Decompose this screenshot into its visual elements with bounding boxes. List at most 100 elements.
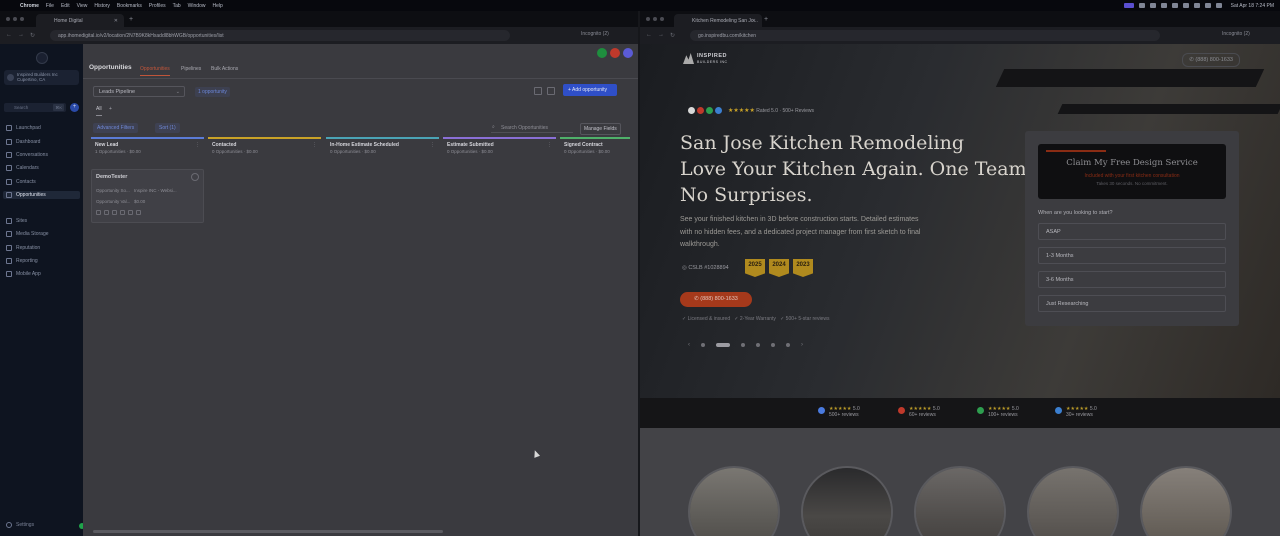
- review-google[interactable]: ★★★★★ 5.0 500+ reviews: [818, 406, 860, 418]
- add-opportunity-button[interactable]: + Add opportunity: [563, 84, 617, 96]
- battery-icon[interactable]: [1193, 3, 1200, 8]
- assignee-avatar[interactable]: [191, 173, 199, 181]
- menu-edit[interactable]: Edit: [61, 3, 70, 9]
- tab-opportunities[interactable]: Opportunities: [140, 66, 170, 76]
- form-option-1-3-months[interactable]: 1-3 Months: [1038, 247, 1226, 264]
- review-yelp[interactable]: ★★★★★ 5.0 60+ reviews: [898, 406, 940, 418]
- site-logo[interactable]: INSPIRED BUILDERS INC: [683, 53, 728, 65]
- column-menu-icon[interactable]: ⋮: [195, 142, 200, 148]
- task-icon[interactable]: [112, 210, 117, 215]
- sidebar-item-launchpad[interactable]: Launchpad: [6, 124, 41, 132]
- quick-add-button[interactable]: +: [70, 103, 79, 112]
- tab-bulk-actions[interactable]: Bulk Actions: [211, 66, 238, 72]
- sort-button[interactable]: Sort (1): [155, 123, 180, 133]
- form-option-3-6-months[interactable]: 3-6 Months: [1038, 271, 1226, 288]
- close-window-button[interactable]: [6, 17, 10, 21]
- opportunity-card[interactable]: DemoTester Opportunity So... Inspire INC…: [91, 169, 204, 223]
- advanced-filters-button[interactable]: Advanced Filters: [93, 123, 139, 133]
- carousel-dot[interactable]: [741, 343, 745, 347]
- menu-file[interactable]: File: [46, 3, 54, 9]
- phone-icon[interactable]: [597, 48, 607, 58]
- carousel-dot[interactable]: [701, 343, 705, 347]
- note-icon[interactable]: [120, 210, 125, 215]
- column-menu-icon[interactable]: ⋮: [312, 142, 317, 148]
- column-menu-icon[interactable]: ⋮: [430, 142, 435, 148]
- sidebar-search[interactable]: Search ⌘K: [4, 103, 66, 112]
- column-menu-icon[interactable]: ⋮: [547, 142, 552, 148]
- manage-fields-button[interactable]: Manage Fields: [580, 123, 621, 135]
- forward-icon[interactable]: →: [658, 32, 664, 38]
- sidebar-item-conversations[interactable]: Conversations: [6, 151, 48, 159]
- menu-bookmarks[interactable]: Bookmarks: [117, 3, 142, 9]
- sidebar-item-sites[interactable]: Sites: [6, 217, 27, 225]
- sidebar-item-calendars[interactable]: Calendars: [6, 164, 39, 172]
- sidebar-item-media-storage[interactable]: Media Storage: [6, 230, 49, 238]
- status-icon[interactable]: [1160, 3, 1167, 8]
- close-window-button[interactable]: [646, 17, 650, 21]
- new-tab-button[interactable]: +: [129, 16, 133, 23]
- wifi-icon[interactable]: [1182, 3, 1189, 8]
- close-tab-icon[interactable]: ✕: [752, 18, 756, 24]
- gallery-image[interactable]: [914, 466, 1006, 536]
- sidebar-item-opportunities[interactable]: Opportunities: [3, 191, 80, 199]
- menubar-clock[interactable]: Sat Apr 18 7:24 PM: [1231, 3, 1274, 9]
- gallery-image[interactable]: [1027, 466, 1119, 536]
- status-icon[interactable]: [1171, 3, 1178, 8]
- menu-history[interactable]: History: [94, 3, 110, 9]
- carousel-dot-active[interactable]: [716, 343, 730, 347]
- tab-pipelines[interactable]: Pipelines: [181, 66, 201, 72]
- url-field[interactable]: app.ihomedigital.io/v2/location/2N7B9K8k…: [50, 30, 510, 41]
- browser-tab-active[interactable]: Home Digital ✕: [36, 14, 124, 27]
- menu-help[interactable]: Help: [212, 3, 222, 9]
- menu-tab[interactable]: Tab: [173, 3, 181, 9]
- gallery-image[interactable]: [688, 466, 780, 536]
- chevron-left-icon[interactable]: ‹: [688, 342, 690, 348]
- header-call-button[interactable]: ✆ (888) 800-1633: [1182, 53, 1240, 67]
- search-icon[interactable]: [1204, 3, 1211, 8]
- horizontal-scrollbar[interactable]: [93, 530, 443, 533]
- pipeline-select[interactable]: Leads Pipeline ⌄: [93, 86, 185, 97]
- message-icon[interactable]: [104, 210, 109, 215]
- chevron-right-icon[interactable]: ›: [801, 342, 803, 348]
- grid-view-icon[interactable]: [534, 87, 542, 95]
- form-option-asap[interactable]: ASAP: [1038, 223, 1226, 240]
- back-icon[interactable]: ←: [646, 32, 652, 38]
- form-option-just-researching[interactable]: Just Researching: [1038, 295, 1226, 312]
- gallery-image[interactable]: [801, 466, 893, 536]
- hero-call-button[interactable]: ✆ (888) 800-1633: [680, 292, 752, 307]
- reload-icon[interactable]: ↻: [30, 32, 35, 39]
- incognito-indicator[interactable]: Incognito (2): [1222, 31, 1250, 37]
- review-facebook[interactable]: ★★★★★ 5.0 30+ reviews: [1055, 406, 1097, 418]
- sidebar-item-reporting[interactable]: Reporting: [6, 257, 38, 265]
- phone-icon[interactable]: [96, 210, 101, 215]
- menu-profiles[interactable]: Profiles: [149, 3, 166, 9]
- reload-icon[interactable]: ↻: [670, 32, 675, 39]
- browser-tab-active[interactable]: Kitchen Remodeling San Jo... ✕: [674, 14, 762, 27]
- menu-view[interactable]: View: [77, 3, 88, 9]
- tag-icon[interactable]: [128, 210, 133, 215]
- carousel-dot[interactable]: [756, 343, 760, 347]
- gallery-image[interactable]: [1140, 466, 1232, 536]
- sidebar-item-contacts[interactable]: Contacts: [6, 178, 36, 186]
- sidebar-item-mobile-app[interactable]: Mobile App: [6, 270, 41, 278]
- back-icon[interactable]: ←: [6, 32, 12, 38]
- sidebar-item-reputation[interactable]: Reputation: [6, 244, 40, 252]
- list-view-icon[interactable]: [547, 87, 555, 95]
- minimize-window-button[interactable]: [13, 17, 17, 21]
- search-opportunities-input[interactable]: ⌕ Search Opportunities: [491, 123, 573, 133]
- close-tab-icon[interactable]: ✕: [114, 18, 118, 24]
- calendar-icon[interactable]: [136, 210, 141, 215]
- notification-bell-icon[interactable]: [610, 48, 620, 58]
- review-houzz[interactable]: ★★★★★ 5.0 100+ reviews: [977, 406, 1019, 418]
- zoom-window-button[interactable]: [660, 17, 664, 21]
- carousel-dot[interactable]: [771, 343, 775, 347]
- menu-window[interactable]: Window: [188, 3, 206, 9]
- incognito-indicator[interactable]: Incognito (2): [581, 31, 609, 37]
- sidebar-item-dashboard[interactable]: Dashboard: [6, 138, 40, 146]
- view-tab-all[interactable]: All: [96, 106, 102, 116]
- status-icon[interactable]: [1149, 3, 1156, 8]
- url-field[interactable]: go.inspiredbu.com/kitchen: [690, 30, 1160, 41]
- user-avatar[interactable]: [623, 48, 633, 58]
- sidebar-settings[interactable]: Settings: [6, 522, 34, 528]
- control-center-icon[interactable]: [1215, 3, 1222, 8]
